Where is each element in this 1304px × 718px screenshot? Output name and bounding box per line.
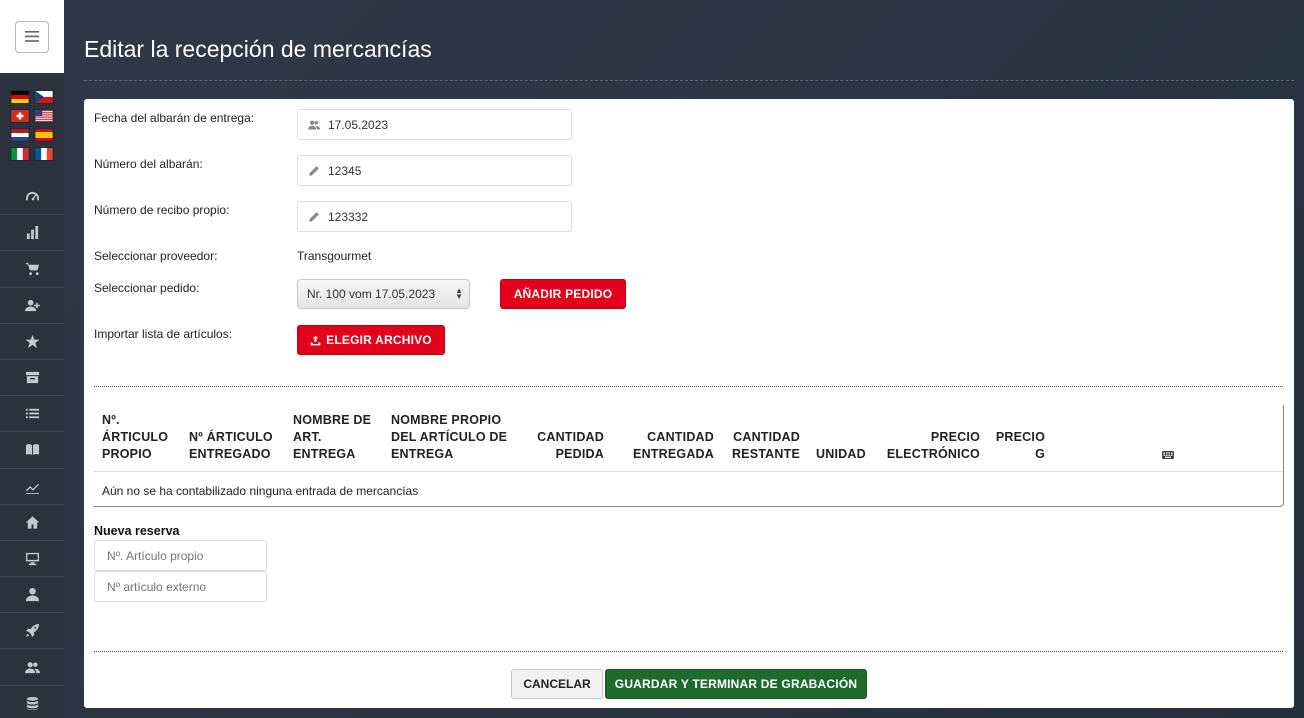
nav-item-monitor[interactable] [0, 541, 64, 578]
col-price-g: PRECIO G [995, 430, 1045, 461]
add-user-icon [24, 299, 40, 311]
own-receipt-label: Número de recibo propio: [94, 203, 230, 217]
cancel-button[interactable]: CANCELAR [511, 669, 603, 699]
book-icon [25, 444, 39, 456]
nav-item-cart[interactable] [0, 251, 64, 288]
nav-item-database[interactable] [0, 686, 64, 718]
col-own-article-number: Nº. ÁRTICULO PROPIO [102, 413, 169, 461]
home-icon [25, 516, 39, 529]
nav-item-list[interactable] [0, 396, 64, 433]
hamburger-icon [25, 31, 39, 42]
nav-item-home[interactable] [0, 505, 64, 541]
delivery-number-label: Número del albarán: [94, 157, 203, 171]
import-label: Importar lista de artículos: [94, 327, 233, 341]
monitor-icon [25, 552, 39, 566]
col-delivered-article-number: Nº ÁRTICULO ENTREGADO [189, 430, 273, 461]
col-quantity-delivered: CANTIDAD ENTREGADA [633, 430, 714, 461]
nav-item-favorites[interactable] [0, 324, 64, 360]
form-panel: Fecha del albarán de entrega: 17.05.2023… [84, 99, 1294, 708]
nav-item-dashboard[interactable] [0, 179, 64, 216]
us-flag-icon[interactable] [34, 109, 54, 123]
col-own-delivery-article-name: NOMBRE PROPIO DEL ARTÍCULO DE ENTREGA [391, 413, 508, 461]
col-unit: UNIDAD [816, 447, 866, 461]
new-reservation-title: Nueva reserva [94, 524, 180, 538]
order-selected-value: Nr. 100 vom 17.05.2023 [307, 287, 436, 301]
table-empty-message: Aún no se ha contabilizado ninguna entra… [102, 484, 419, 498]
pencil-icon [309, 211, 319, 221]
supplier-label: Seleccionar proveedor: [94, 249, 218, 263]
keyboard-icon[interactable] [1162, 451, 1174, 459]
own-article-number-input[interactable] [94, 540, 267, 571]
upload-icon [310, 335, 321, 345]
footer-divider [94, 651, 1283, 652]
col-quantity-remaining: CANTIDAD RESTANTE [731, 430, 800, 461]
own-receipt-value: 123332 [328, 209, 369, 224]
sidebar-nav [0, 179, 64, 718]
nav-item-profile[interactable] [0, 577, 64, 614]
nav-item-trends[interactable] [0, 469, 64, 505]
sidebar-header [0, 0, 64, 73]
col-electronic-price: PRECIO ELECTRÓNICO [886, 430, 980, 461]
col-quantity-ordered: CANTIDAD PEDIDA [537, 430, 604, 461]
es-flag-icon[interactable] [34, 128, 54, 142]
users-icon [308, 120, 320, 129]
choose-file-button[interactable]: ELEGIR ARCHIVO [297, 325, 445, 355]
external-article-number-input[interactable] [94, 571, 267, 602]
delivery-date-label: Fecha del albarán de entrega: [94, 111, 255, 125]
dashboard-icon [25, 191, 39, 201]
users-icon [24, 661, 40, 673]
list-icon [25, 409, 39, 419]
table-header-divider [94, 471, 1283, 472]
delivery-date-value: 17.05.2023 [328, 117, 389, 132]
save-and-finish-button[interactable]: GUARDAR Y TERMINAR DE GRABACIÓN [605, 669, 867, 699]
rocket-icon [25, 624, 39, 638]
form-divider [94, 386, 1283, 387]
cz-flag-icon[interactable] [34, 90, 54, 104]
own-receipt-field[interactable]: 123332 [297, 201, 572, 232]
choose-file-label: ELEGIR ARCHIVO [326, 333, 432, 347]
delivery-date-field[interactable]: 17.05.2023 [297, 109, 572, 140]
col-delivery-article-name: NOMBRE DE ART. ENTREGA [293, 413, 372, 461]
database-icon [26, 696, 38, 710]
add-order-button[interactable]: AÑADIR PEDIDO [500, 279, 626, 309]
supplier-value: Transgourmet [297, 249, 372, 263]
menu-toggle-button[interactable] [15, 20, 49, 53]
chart-icon [26, 226, 38, 240]
nav-item-users[interactable] [0, 649, 64, 686]
goods-receipt-table: Nº. ÁRTICULO PROPIO Nº ÁRTICULO ENTREGADO N… [94, 405, 1284, 507]
trend-icon [25, 483, 39, 494]
nl-flag-icon[interactable] [10, 128, 30, 142]
main-area: Editar la recepción de mercancías Fecha … [64, 0, 1304, 718]
archive-icon [25, 371, 39, 384]
it-flag-icon[interactable] [10, 147, 30, 161]
delivery-number-value: 12345 [328, 163, 362, 178]
order-label: Seleccionar pedido: [94, 281, 200, 295]
cart-icon [25, 263, 39, 276]
nav-item-catalog[interactable] [0, 432, 64, 469]
nav-item-add-user[interactable] [0, 288, 64, 324]
pencil-icon [309, 165, 319, 175]
page-title: Editar la recepción de mercancías [84, 36, 432, 62]
de-flag-icon[interactable] [10, 90, 30, 104]
nav-item-launch[interactable] [0, 613, 64, 650]
ch-flag-icon[interactable] [10, 109, 30, 123]
delivery-number-field[interactable]: 12345 [297, 155, 572, 186]
star-icon [24, 334, 40, 348]
sidebar [0, 0, 64, 718]
select-arrows-icon: ▲ ▼ [455, 286, 463, 301]
title-divider [84, 80, 1294, 81]
language-flags [0, 73, 64, 161]
fr-flag-icon[interactable] [34, 147, 54, 161]
order-select[interactable]: Nr. 100 vom 17.05.2023 ▲ ▼ [297, 279, 470, 309]
user-icon [25, 588, 39, 602]
nav-item-archive[interactable] [0, 360, 64, 397]
nav-item-statistics[interactable] [0, 215, 64, 252]
